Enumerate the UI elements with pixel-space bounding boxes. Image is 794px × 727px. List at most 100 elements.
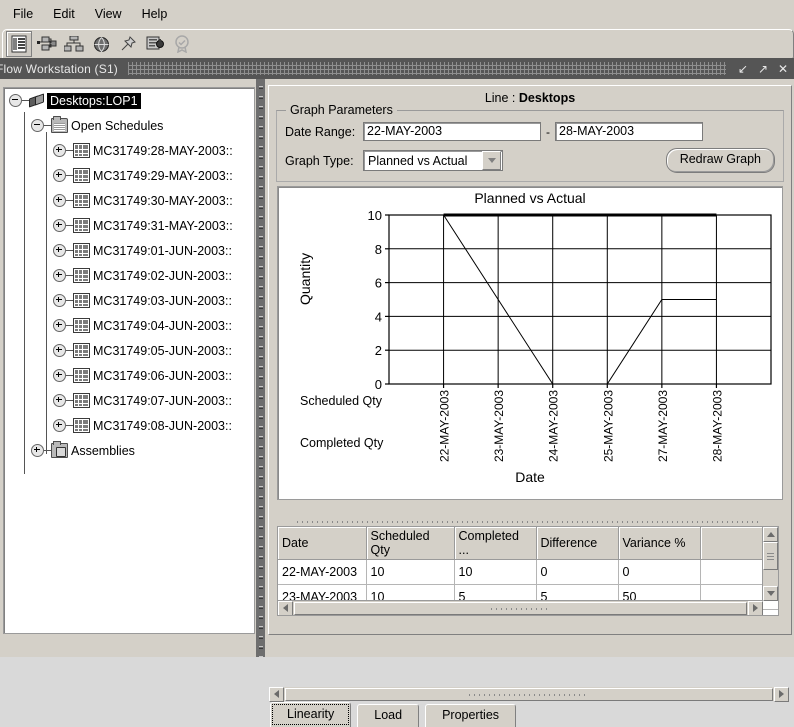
panel-scroll-left-button[interactable] xyxy=(269,686,284,702)
table-row[interactable]: 22-MAY-2003 10 10 0 0 xyxy=(278,559,778,585)
chart-legend: Scheduled Qty Completed Qty xyxy=(288,394,383,478)
tree-node-schedule[interactable]: MC31749:31-MAY-2003:: xyxy=(4,213,254,238)
tab-load[interactable]: Load xyxy=(357,704,420,727)
date-from-input[interactable] xyxy=(363,122,541,141)
redraw-graph-button[interactable]: Redraw Graph xyxy=(665,148,775,173)
tree-node-label: MC31749:08-JUN-2003:: xyxy=(93,418,232,433)
table-cell[interactable]: 22-MAY-2003 xyxy=(278,559,367,585)
panel-scroll-thumb[interactable] xyxy=(285,687,773,701)
tree-connector xyxy=(44,125,51,126)
tab-properties[interactable]: Properties xyxy=(425,704,517,727)
table-resize-grip[interactable] xyxy=(297,518,759,526)
expand-toggle-schedule[interactable] xyxy=(53,369,66,382)
table-cell[interactable]: 10 xyxy=(366,559,455,585)
tree-node-schedule[interactable]: MC31749:04-JUN-2003:: xyxy=(4,313,254,338)
tree-node-schedule[interactable]: MC31749:29-MAY-2003:: xyxy=(4,163,254,188)
table-column-header[interactable]: Scheduled Qty xyxy=(366,527,455,560)
panel-horizontal-scrollbar[interactable] xyxy=(269,686,789,702)
pin-icon[interactable] xyxy=(116,32,140,56)
menu-file[interactable]: File xyxy=(4,4,42,24)
table-column-header[interactable]: Completed ... xyxy=(454,527,537,560)
tree-node-label: MC31749:01-JUN-2003:: xyxy=(93,243,232,258)
tree-node-schedule[interactable]: MC31749:06-JUN-2003:: xyxy=(4,363,254,388)
tree-node-schedule[interactable]: MC31749:30-MAY-2003:: xyxy=(4,188,254,213)
expand-toggle-schedule[interactable] xyxy=(53,294,66,307)
internal-window-title-bar[interactable]: Flow Workstation (S1) ↙ ↗ ✕ xyxy=(0,58,794,79)
tree-connector xyxy=(66,250,73,251)
expand-toggle-schedule[interactable] xyxy=(53,419,66,432)
maximize-button[interactable]: ↗ xyxy=(754,61,772,77)
tree-node-schedule[interactable]: MC31749:07-JUN-2003:: xyxy=(4,388,254,413)
schedule-icon[interactable] xyxy=(6,31,32,57)
tree-connector xyxy=(22,100,29,101)
network-icon[interactable] xyxy=(62,32,86,56)
collapse-toggle-root[interactable] xyxy=(9,94,22,107)
tree-node-assemblies[interactable]: Assemblies xyxy=(4,438,254,463)
svg-text:6: 6 xyxy=(375,276,382,291)
expand-toggle-schedule[interactable] xyxy=(53,319,66,332)
tree-node-schedule[interactable]: MC31749:02-JUN-2003:: xyxy=(4,263,254,288)
menu-help[interactable]: Help xyxy=(133,4,177,24)
expand-toggle-schedule[interactable] xyxy=(53,144,66,157)
menu-view[interactable]: View xyxy=(86,4,131,24)
tree-connector xyxy=(66,425,73,426)
date-range-row: Date Range: - xyxy=(285,122,775,141)
document-properties-icon[interactable] xyxy=(143,32,167,56)
table-horizontal-scrollbar[interactable] xyxy=(278,600,763,615)
tab-linearity[interactable]: Linearity xyxy=(270,702,352,727)
table-column-header[interactable]: Variance % xyxy=(618,527,701,560)
expand-toggle-schedule[interactable] xyxy=(53,194,66,207)
approve-seal-icon[interactable] xyxy=(170,32,194,56)
graph-type-select[interactable]: Planned vs Actual xyxy=(363,150,503,171)
legend-swatch xyxy=(288,397,297,406)
close-button[interactable]: ✕ xyxy=(774,61,792,77)
collapse-toggle-open-schedules[interactable] xyxy=(31,119,44,132)
table-column-header[interactable]: Difference xyxy=(536,527,619,560)
svg-text:24-MAY-2003: 24-MAY-2003 xyxy=(547,390,561,462)
tree-node-schedule[interactable]: MC31749:01-JUN-2003:: xyxy=(4,238,254,263)
table-cell[interactable]: 0 xyxy=(618,559,701,585)
chevron-down-icon[interactable] xyxy=(482,151,501,170)
scroll-down-button[interactable] xyxy=(763,586,778,601)
flow-sequence-icon[interactable] xyxy=(35,32,59,56)
expand-toggle-schedule[interactable] xyxy=(53,269,66,282)
linearity-table[interactable]: Date Scheduled Qty Completed ... Difference… xyxy=(277,526,779,616)
tree-node-label: MC31749:31-MAY-2003:: xyxy=(93,218,233,233)
table-header-row[interactable]: Date Scheduled Qty Completed ... Difference… xyxy=(278,527,778,560)
legend-swatch xyxy=(288,439,297,448)
scroll-right-button[interactable] xyxy=(748,600,763,615)
horizontal-scroll-thumb[interactable] xyxy=(294,601,747,615)
expand-toggle-schedule[interactable] xyxy=(53,394,66,407)
tree-node-schedule[interactable]: MC31749:03-JUN-2003:: xyxy=(4,288,254,313)
tree-branch-line xyxy=(46,132,47,454)
tree-node-schedule[interactable]: MC31749:08-JUN-2003:: xyxy=(4,413,254,438)
table-cell[interactable]: 0 xyxy=(536,559,619,585)
tree-connector xyxy=(66,225,73,226)
expand-toggle-schedule[interactable] xyxy=(53,219,66,232)
tree-node-schedule[interactable]: MC31749:05-JUN-2003:: xyxy=(4,338,254,363)
restore-button[interactable]: ↙ xyxy=(734,61,752,77)
tree-node-open-schedules[interactable]: Open Schedules xyxy=(4,113,254,138)
panel-splitter[interactable] xyxy=(256,79,265,657)
panel-scroll-right-button[interactable] xyxy=(774,686,789,702)
scroll-left-button[interactable] xyxy=(278,600,293,615)
svg-text:23-MAY-2003: 23-MAY-2003 xyxy=(492,390,506,462)
expand-toggle-schedule[interactable] xyxy=(53,344,66,357)
table-vertical-scrollbar[interactable] xyxy=(762,527,778,601)
tree-connector xyxy=(66,400,73,401)
expand-toggle-schedule[interactable] xyxy=(53,244,66,257)
navigator-tree[interactable]: Desktops:LOP1 Open Schedules MC31749:28-… xyxy=(3,87,255,634)
date-to-input[interactable] xyxy=(555,122,703,141)
globe-icon[interactable] xyxy=(89,32,113,56)
graph-parameters-group: Graph Parameters Date Range: - Graph Typ… xyxy=(276,103,784,182)
scroll-up-button[interactable] xyxy=(763,527,778,542)
tree-node-root[interactable]: Desktops:LOP1 xyxy=(4,88,254,113)
legend-label: Completed Qty xyxy=(300,436,384,450)
table-column-header[interactable]: Date xyxy=(278,527,367,560)
menu-edit[interactable]: Edit xyxy=(44,4,84,24)
expand-toggle-assemblies[interactable] xyxy=(31,444,44,457)
expand-toggle-schedule[interactable] xyxy=(53,169,66,182)
tree-node-schedule[interactable]: MC31749:28-MAY-2003:: xyxy=(4,138,254,163)
table-cell[interactable]: 10 xyxy=(454,559,537,585)
vertical-scroll-thumb[interactable] xyxy=(763,542,778,570)
